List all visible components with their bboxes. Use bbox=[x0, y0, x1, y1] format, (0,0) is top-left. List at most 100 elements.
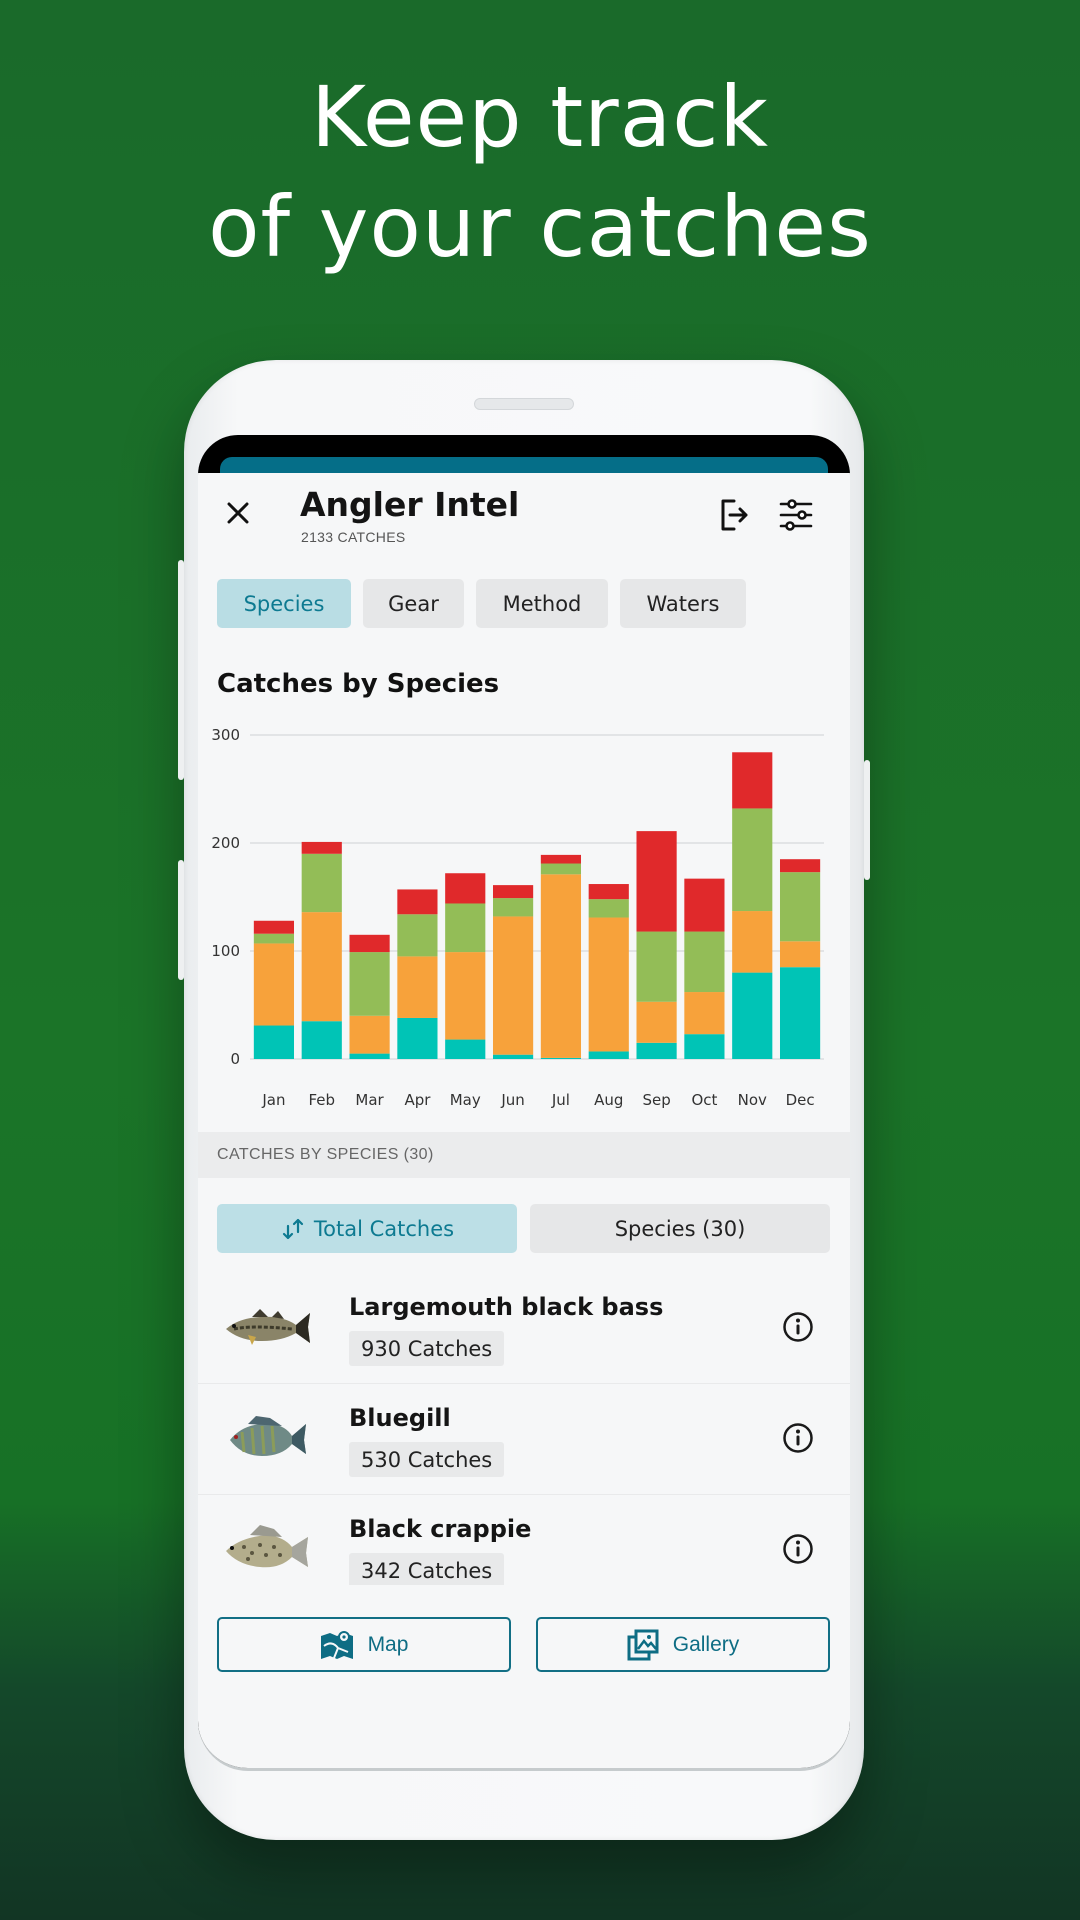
bar-segment-black-crappie bbox=[779, 967, 821, 1059]
angler-intel-sheet: Angler Intel 2133 CATCHES Species Gear M… bbox=[198, 473, 850, 1768]
bar-segment-black-crappie bbox=[492, 1054, 534, 1059]
bar-segment-other bbox=[397, 889, 438, 915]
x-tick-label: May bbox=[450, 1091, 481, 1109]
species-name: Black crappie bbox=[349, 1515, 532, 1543]
close-icon bbox=[227, 502, 249, 524]
bar-segment-other bbox=[684, 878, 725, 932]
y-tick-label: 0 bbox=[230, 1050, 240, 1068]
x-tick-label: Feb bbox=[308, 1091, 335, 1109]
species-name: Bluegill bbox=[349, 1404, 451, 1432]
section-header: CATCHES BY SPECIES (30) bbox=[198, 1132, 850, 1178]
bar-segment-largemouth-black-bass bbox=[301, 912, 342, 1022]
catch-count-badge: 530 Catches bbox=[349, 1442, 505, 1477]
x-tick-label: Oct bbox=[691, 1091, 717, 1109]
info-icon bbox=[783, 1423, 813, 1453]
species-name: Largemouth black bass bbox=[349, 1293, 664, 1321]
bar-segment-black-crappie bbox=[540, 1057, 582, 1059]
bar-segment-other bbox=[492, 885, 534, 899]
bar-segment-black-crappie bbox=[253, 1025, 295, 1059]
species-list: Largemouth black bass 930 Catches Bluegi… bbox=[198, 1273, 850, 1585]
bar-segment-largemouth-black-bass bbox=[349, 1015, 390, 1054]
map-label: Map bbox=[367, 1632, 409, 1656]
chart-title: Catches by Species bbox=[217, 669, 500, 699]
phone-screen: Angler Intel 2133 CATCHES Species Gear M… bbox=[198, 435, 850, 1771]
bar-segment-bluegill bbox=[779, 872, 821, 942]
bar-segment-black-crappie bbox=[684, 1034, 725, 1059]
bar-segment-other bbox=[445, 873, 486, 904]
bar-segment-bluegill bbox=[445, 903, 486, 953]
headline-line-2: of your catches bbox=[208, 178, 872, 276]
tab-gear[interactable]: Gear bbox=[363, 579, 464, 628]
x-tick-label: Jun bbox=[500, 1091, 524, 1109]
bar-segment-black-crappie bbox=[301, 1021, 342, 1059]
bar-segment-black-crappie bbox=[588, 1051, 629, 1059]
filter-button[interactable] bbox=[778, 497, 814, 533]
list-item[interactable]: Bluegill 530 Catches bbox=[198, 1384, 850, 1495]
info-button[interactable] bbox=[782, 1422, 814, 1454]
bar-segment-bluegill bbox=[588, 899, 629, 918]
bar-segment-bluegill bbox=[253, 933, 295, 944]
export-button[interactable] bbox=[718, 495, 750, 535]
bar-segment-other bbox=[588, 884, 629, 900]
bar-segment-other bbox=[732, 752, 773, 809]
bar-segment-black-crappie bbox=[397, 1017, 438, 1059]
catch-count-badge: 930 Catches bbox=[349, 1331, 505, 1366]
bar-segment-largemouth-black-bass bbox=[636, 1001, 677, 1043]
headline: Keep track of your catches bbox=[0, 62, 1080, 282]
bar-segment-largemouth-black-bass bbox=[732, 911, 773, 973]
list-item[interactable]: Black crappie 342 Catches bbox=[198, 1495, 850, 1585]
bar-segment-other bbox=[636, 831, 677, 932]
category-tabs: Species Gear Method Waters bbox=[217, 579, 746, 628]
catches-by-species-chart: 0 100 200 300 Jan Feb Mar Apr May Jun Jul Aug Sep Oct… bbox=[211, 726, 824, 1109]
x-tick-label: Jul bbox=[551, 1091, 570, 1109]
bar-segment-largemouth-black-bass bbox=[540, 874, 582, 1058]
bluegill-image bbox=[230, 1416, 306, 1456]
headline-line-1: Keep track bbox=[310, 68, 770, 166]
sliders-icon bbox=[779, 499, 813, 531]
list-item[interactable]: Largemouth black bass 930 Catches bbox=[198, 1273, 850, 1384]
largemouth-bass-image bbox=[226, 1309, 310, 1345]
bar-segment-largemouth-black-bass bbox=[253, 943, 295, 1026]
phone-frame: Angler Intel 2133 CATCHES Species Gear M… bbox=[178, 360, 870, 1840]
bar-segment-bluegill bbox=[492, 898, 534, 917]
phone-side-button bbox=[178, 860, 184, 980]
bar-segment-largemouth-black-bass bbox=[684, 992, 725, 1035]
gallery-icon bbox=[627, 1629, 659, 1660]
x-tick-label: Sep bbox=[642, 1091, 670, 1109]
x-tick-label: Jan bbox=[261, 1091, 285, 1109]
bar-segment-largemouth-black-bass bbox=[445, 952, 486, 1040]
sort-total-label: Total Catches bbox=[313, 1216, 455, 1241]
gallery-button[interactable]: Gallery bbox=[536, 1617, 830, 1672]
bottom-actions: Map Gallery bbox=[217, 1617, 830, 1672]
bar-segment-bluegill bbox=[301, 853, 342, 913]
sort-total-catches-button[interactable]: Total Catches bbox=[217, 1204, 517, 1253]
bar-segment-other bbox=[540, 854, 582, 864]
map-button[interactable]: Map bbox=[217, 1617, 511, 1672]
black-crappie-image bbox=[226, 1525, 308, 1568]
bar-segment-other bbox=[349, 934, 390, 953]
x-tick-label: Apr bbox=[404, 1091, 431, 1109]
bar-segment-largemouth-black-bass bbox=[588, 917, 629, 1052]
info-button[interactable] bbox=[782, 1533, 814, 1565]
sort-toggle: Total Catches Species (30) bbox=[217, 1204, 830, 1253]
bar-segment-other bbox=[253, 920, 295, 934]
tab-method[interactable]: Method bbox=[476, 579, 608, 628]
bar-segment-largemouth-black-bass bbox=[492, 916, 534, 1055]
close-button[interactable] bbox=[220, 495, 256, 531]
tab-species[interactable]: Species bbox=[217, 579, 351, 628]
bar-segment-bluegill bbox=[349, 952, 390, 1016]
info-button[interactable] bbox=[782, 1311, 814, 1343]
bar-segment-bluegill bbox=[684, 931, 725, 993]
bar-segment-black-crappie bbox=[636, 1042, 677, 1059]
y-tick-label: 300 bbox=[211, 726, 240, 744]
x-tick-label: Aug bbox=[594, 1091, 623, 1109]
x-tick-label: Nov bbox=[738, 1091, 767, 1109]
bar-segment-other bbox=[301, 841, 342, 854]
bar-segment-other bbox=[779, 859, 821, 873]
tab-waters[interactable]: Waters bbox=[620, 579, 746, 628]
y-tick-label: 200 bbox=[211, 834, 240, 852]
sort-species-button[interactable]: Species (30) bbox=[530, 1204, 830, 1253]
bar-segment-black-crappie bbox=[349, 1053, 390, 1059]
x-tick-label: Dec bbox=[786, 1091, 815, 1109]
bar-segment-bluegill bbox=[732, 808, 773, 912]
